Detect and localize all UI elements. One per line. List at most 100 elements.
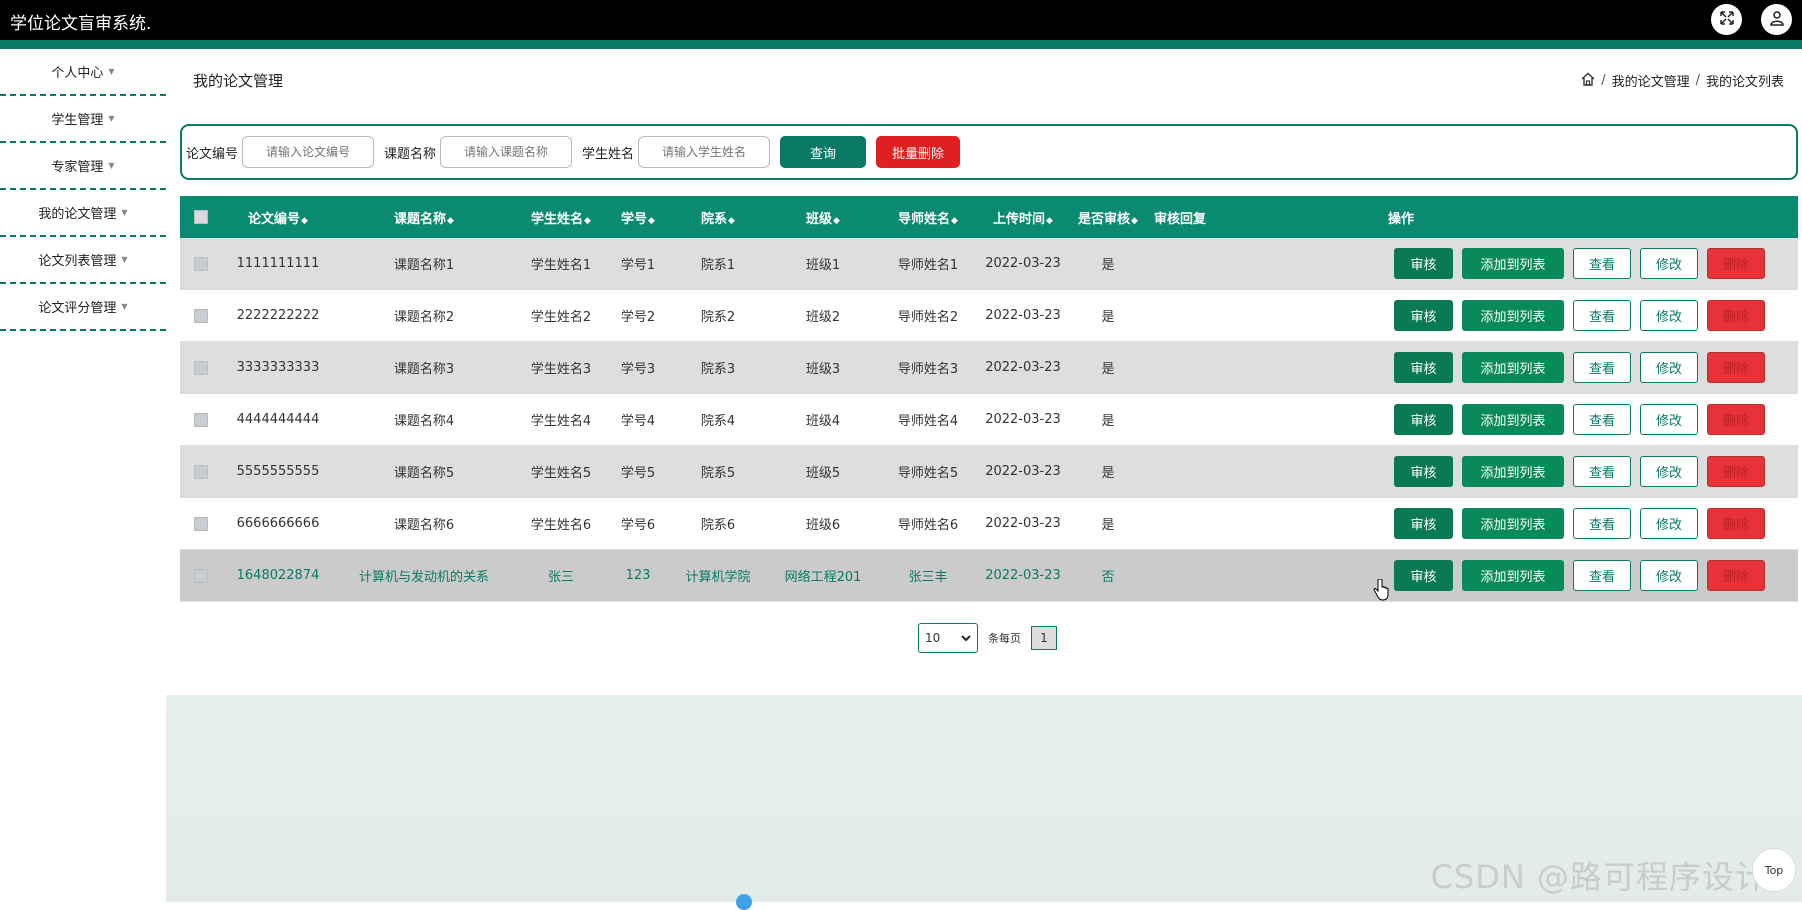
department-cell: 院系3 — [700, 362, 736, 377]
student-cell: 学生姓名2 — [530, 310, 592, 325]
view-button[interactable]: 查看 — [1573, 352, 1631, 383]
department-cell: 院系1 — [700, 258, 736, 273]
delete-button[interactable]: 删除 — [1707, 508, 1765, 539]
tutor-cell: 导师姓名5 — [897, 466, 959, 481]
class-cell: 班级1 — [805, 258, 841, 273]
caret-down-icon: ▼ — [121, 208, 128, 217]
watermark: CSDN @路可程序设计 — [1430, 858, 1768, 896]
topic-cell: 课题名称5 — [393, 466, 455, 481]
review-button[interactable]: 审核 — [1394, 300, 1453, 331]
breadcrumb-item[interactable]: 我的论文管理 — [1612, 71, 1690, 90]
review-button[interactable]: 审核 — [1394, 560, 1453, 591]
column-header-class[interactable]: 班级◆ — [768, 208, 878, 227]
batch-delete-button[interactable]: 批量删除 — [876, 136, 961, 168]
thesis-id-cell: 1648022874 — [236, 568, 320, 583]
page-button[interactable]: 1 — [1031, 626, 1057, 650]
column-header-tutor[interactable]: 导师姓名◆ — [878, 208, 978, 227]
student-no-cell: 123 — [625, 568, 651, 583]
table-row: 5555555555 课题名称5 学生姓名5 学号5 院系5 班级5 导师姓名5 2022-0… — [180, 446, 1798, 498]
upload-time-cell: 2022-03-23 — [985, 568, 1061, 583]
view-button[interactable]: 查看 — [1573, 456, 1631, 487]
fullscreen-button[interactable] — [1711, 4, 1742, 35]
edit-button[interactable]: 修改 — [1640, 456, 1698, 487]
column-header-thesis-id[interactable]: 论文编号◆ — [222, 208, 334, 227]
row-checkbox[interactable] — [194, 412, 208, 427]
tutor-cell: 张三丰 — [908, 570, 948, 585]
sidebar-item-personal-center[interactable]: 个人中心 ▼ — [0, 49, 166, 96]
back-to-top-button[interactable]: Top — [1752, 848, 1796, 892]
edit-button[interactable]: 修改 — [1640, 404, 1698, 435]
topic-cell: 课题名称4 — [393, 414, 455, 429]
view-button[interactable]: 查看 — [1573, 508, 1631, 539]
column-header-student-no[interactable]: 学号◆ — [608, 208, 668, 227]
sort-icon: ◆ — [584, 215, 591, 226]
topic-cell: 计算机与发动机的关系 — [358, 570, 489, 585]
column-header-department[interactable]: 院系◆ — [668, 208, 768, 227]
edit-button[interactable]: 修改 — [1640, 248, 1698, 279]
delete-button[interactable]: 删除 — [1707, 456, 1765, 487]
sidebar-item-my-thesis-management[interactable]: 我的论文管理 ▼ — [0, 190, 166, 237]
row-checkbox[interactable] — [194, 464, 208, 479]
edit-button[interactable]: 修改 — [1640, 352, 1698, 383]
view-button[interactable]: 查看 — [1573, 404, 1631, 435]
add-to-list-button[interactable]: 添加到列表 — [1462, 248, 1564, 279]
row-checkbox[interactable] — [194, 308, 208, 323]
view-button[interactable]: 查看 — [1573, 248, 1631, 279]
user-button[interactable] — [1761, 4, 1792, 35]
topic-name-input[interactable] — [440, 136, 573, 168]
delete-button[interactable]: 删除 — [1707, 248, 1765, 279]
review-button[interactable]: 审核 — [1394, 456, 1453, 487]
student-name-input[interactable] — [638, 136, 771, 168]
edit-button[interactable]: 修改 — [1640, 508, 1698, 539]
add-to-list-button[interactable]: 添加到列表 — [1462, 300, 1564, 331]
sidebar-item-student-management[interactable]: 学生管理 ▼ — [0, 96, 166, 143]
location-dot — [736, 894, 752, 910]
review-button[interactable]: 审核 — [1394, 404, 1453, 435]
delete-button[interactable]: 删除 — [1707, 300, 1765, 331]
delete-button[interactable]: 删除 — [1707, 404, 1765, 435]
review-button[interactable]: 审核 — [1394, 352, 1453, 383]
column-header-student[interactable]: 学生姓名◆ — [514, 208, 608, 227]
column-header-reviewed[interactable]: 是否审核◆ — [1068, 208, 1148, 227]
edit-button[interactable]: 修改 — [1640, 300, 1698, 331]
upload-time-cell: 2022-03-23 — [985, 412, 1061, 427]
reviewed-cell: 是 — [1101, 362, 1115, 377]
topic-cell: 课题名称3 — [393, 362, 455, 377]
view-button[interactable]: 查看 — [1573, 560, 1631, 591]
review-button[interactable]: 审核 — [1394, 508, 1453, 539]
home-icon[interactable] — [1581, 72, 1595, 90]
view-button[interactable]: 查看 — [1573, 300, 1631, 331]
tutor-cell: 导师姓名3 — [897, 362, 959, 377]
sidebar-item-thesis-score-management[interactable]: 论文评分管理 ▼ — [0, 284, 166, 331]
student-no-cell: 学号3 — [620, 362, 656, 377]
column-header-topic[interactable]: 课题名称◆ — [334, 208, 514, 227]
add-to-list-button[interactable]: 添加到列表 — [1462, 352, 1564, 383]
thesis-id-cell: 5555555555 — [236, 464, 320, 479]
sidebar-item-thesis-list-management[interactable]: 论文列表管理 ▼ — [0, 237, 166, 284]
class-cell: 班级3 — [805, 362, 841, 377]
edit-button[interactable]: 修改 — [1640, 560, 1698, 591]
query-button[interactable]: 查询 — [780, 136, 867, 168]
delete-button[interactable]: 删除 — [1707, 352, 1765, 383]
select-all-checkbox[interactable] — [194, 210, 208, 224]
breadcrumb: / 我的论文管理 / 我的论文列表 — [1581, 71, 1784, 90]
search-panel: 论文编号 课题名称 学生姓名 查询 批量删除 — [180, 124, 1798, 180]
add-to-list-button[interactable]: 添加到列表 — [1462, 456, 1564, 487]
column-header-upload-time[interactable]: 上传时间◆ — [978, 208, 1068, 227]
review-button[interactable]: 审核 — [1394, 248, 1453, 279]
thesis-id-input[interactable] — [242, 136, 375, 168]
sidebar-item-expert-management[interactable]: 专家管理 ▼ — [0, 143, 166, 190]
accent-strip — [0, 40, 1802, 49]
add-to-list-button[interactable]: 添加到列表 — [1462, 560, 1564, 591]
caret-down-icon: ▼ — [108, 161, 115, 170]
add-to-list-button[interactable]: 添加到列表 — [1462, 508, 1564, 539]
student-no-cell: 学号2 — [620, 310, 656, 325]
delete-button[interactable]: 删除 — [1707, 560, 1765, 591]
thesis-id-cell: 6666666666 — [236, 516, 320, 531]
row-checkbox[interactable] — [194, 360, 208, 375]
page-size-select[interactable]: 10 — [918, 623, 978, 653]
row-checkbox[interactable] — [194, 256, 208, 271]
row-checkbox[interactable] — [194, 568, 208, 583]
row-checkbox[interactable] — [194, 516, 208, 531]
add-to-list-button[interactable]: 添加到列表 — [1462, 404, 1564, 435]
